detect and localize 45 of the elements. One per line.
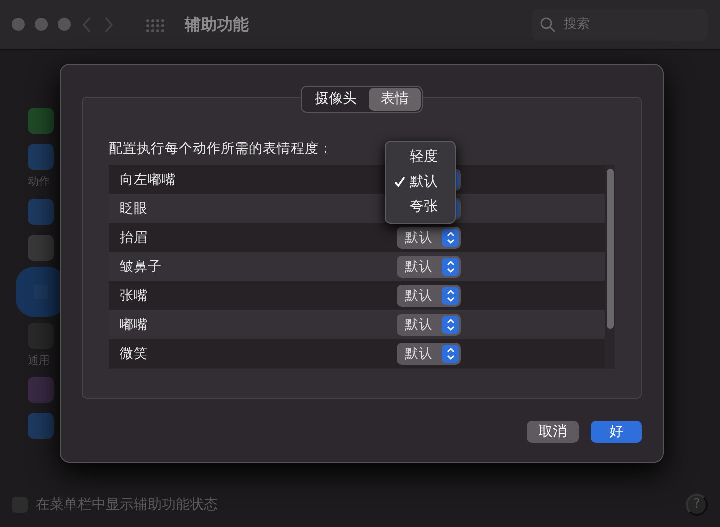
menu-item[interactable]: 轻度 [386, 145, 455, 170]
scrollbar-thumb[interactable] [606, 169, 614, 330]
popup-button[interactable]: 默认 [397, 314, 461, 336]
chevron-icon [446, 260, 456, 274]
chevron-icon [446, 318, 456, 332]
checkbox-label: 在菜单栏中显示辅助功能状态 [36, 496, 218, 514]
row-label: 嘟嘴 [120, 316, 149, 335]
cancel-button[interactable]: 取消 [527, 421, 579, 443]
window-control[interactable] [35, 18, 48, 31]
sidebar-icon[interactable] [28, 198, 54, 224]
sidebar-icon[interactable] [28, 234, 54, 260]
sidebar-icon[interactable] [28, 144, 54, 170]
window-control[interactable] [58, 18, 71, 31]
row-label: 向左嘟嘴 [120, 170, 177, 190]
menu-item[interactable]: 夸张 [386, 195, 455, 220]
window-title: 辅助功能 [185, 14, 249, 36]
search-field[interactable]: 搜索 [532, 8, 708, 40]
row-label: 眨眼 [120, 200, 149, 219]
menu-item[interactable]: 默认 [386, 170, 455, 195]
popup-button[interactable]: 默认 [397, 342, 461, 365]
row-label: 张嘴 [120, 286, 149, 306]
ok-button[interactable]: 好 [591, 421, 642, 443]
instruction-text: 配置执行每个动作所需的表情程度： [109, 140, 333, 159]
back-icon [81, 16, 93, 34]
window-control[interactable] [12, 18, 25, 31]
sidebar-icon[interactable] [28, 108, 54, 134]
popup-button[interactable]: 默认 [397, 256, 461, 278]
chevron-icon [446, 230, 456, 245]
sidebar-icon[interactable] [28, 322, 54, 348]
sidebar-icon[interactable] [28, 413, 54, 439]
chevron-icon [446, 288, 456, 303]
search-icon [540, 16, 556, 32]
popup-button[interactable]: 默认 [397, 284, 461, 307]
popup-button[interactable]: 默认 [397, 226, 461, 249]
grid-icon [145, 18, 165, 32]
tab[interactable]: 表情 [369, 88, 421, 111]
row-label: 微笑 [120, 344, 149, 364]
chevron-icon [446, 346, 456, 361]
search-input[interactable]: 搜索 [562, 14, 692, 36]
sidebar-icon[interactable] [28, 377, 54, 403]
checkmark-icon [394, 176, 406, 188]
tab[interactable]: 摄像头 [303, 88, 369, 111]
row-label: 抬眉 [120, 228, 149, 248]
forward-icon [103, 16, 115, 34]
row-label: 皱鼻子 [120, 258, 163, 277]
